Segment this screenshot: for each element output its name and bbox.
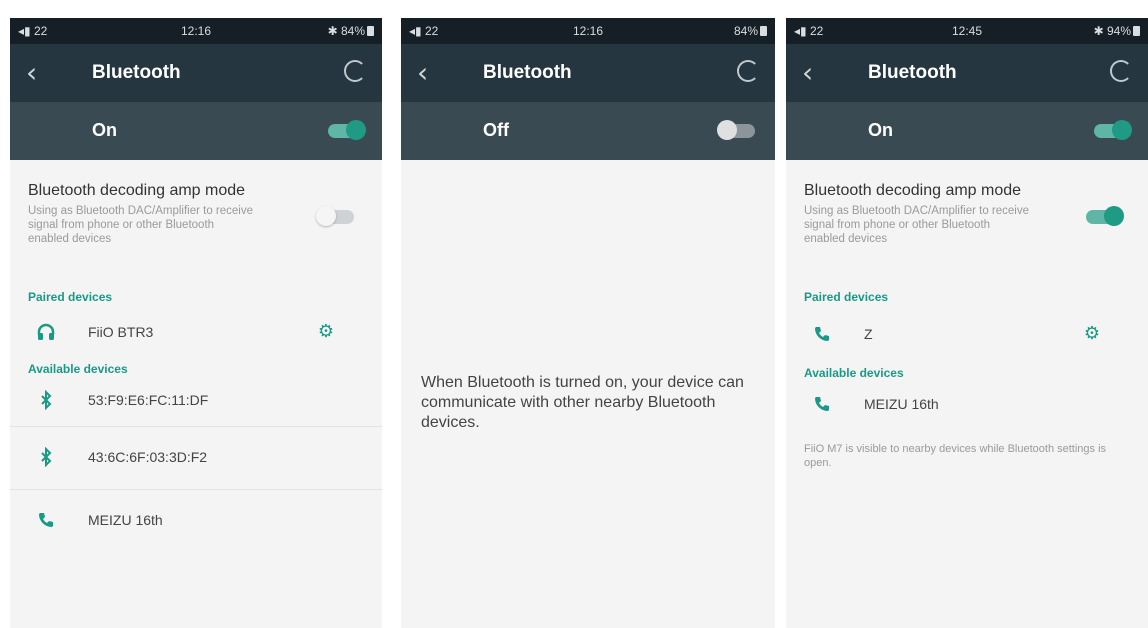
bluetooth-switch-bar[interactable]: Off: [401, 102, 775, 160]
toolbar: ‹ Bluetooth: [401, 44, 775, 102]
status-battery: ✱ 84%: [328, 24, 374, 38]
bluetooth-switch-bar[interactable]: On: [786, 102, 1148, 160]
visibility-note: FiiO M7 is visible to nearby devices whi…: [804, 443, 1107, 469]
battery-text: ✱ 84%: [327, 24, 365, 38]
toggle-knob: [717, 120, 737, 140]
battery-icon: [1133, 26, 1140, 36]
status-battery: 84%: [734, 24, 767, 38]
phone-screen-2: ◂▮ 22 12:16 84% ‹ Bluetooth Off When Blu…: [401, 18, 775, 628]
back-arrow-icon[interactable]: ‹: [26, 56, 37, 89]
headphones-icon: [36, 322, 56, 342]
toggle-knob: [346, 120, 366, 140]
device-name: MEIZU 16th: [864, 396, 939, 412]
page-title: Bluetooth: [868, 62, 957, 83]
refresh-icon[interactable]: [737, 60, 759, 82]
amp-mode-setting[interactable]: Bluetooth decoding amp mode Using as Blu…: [786, 160, 1148, 268]
phone-icon: [36, 510, 56, 530]
battery-text: 84%: [733, 24, 758, 38]
paired-devices-header: Paired devices: [804, 290, 889, 304]
amp-mode-title: Bluetooth decoding amp mode: [804, 182, 1022, 199]
amp-mode-setting[interactable]: Bluetooth decoding amp mode Using as Blu…: [10, 160, 382, 268]
bluetooth-state-label: Off: [483, 120, 509, 140]
gear-icon[interactable]: ⚙: [1084, 323, 1100, 344]
status-time: 12:16: [180, 24, 212, 38]
battery-icon: [367, 26, 374, 36]
toggle-knob: [316, 206, 336, 226]
bluetooth-state-label: On: [92, 120, 117, 140]
status-battery: ✱ 94%: [1094, 24, 1140, 38]
back-arrow-icon[interactable]: ‹: [802, 56, 813, 89]
phone-screen-1: ◂▮ 22 12:16 ✱ 84% ‹ Bluetooth On Bluetoo…: [10, 18, 382, 628]
toolbar: ‹ Bluetooth: [786, 44, 1148, 102]
device-name: 53:F9:E6:FC:11:DF: [88, 392, 209, 408]
device-name: Z: [864, 326, 873, 342]
bluetooth-toggle[interactable]: [1094, 120, 1132, 140]
available-device-row[interactable]: 53:F9:E6:FC:11:DF: [10, 376, 382, 426]
bluetooth-switch-bar[interactable]: On: [10, 102, 382, 160]
phone-icon: [812, 324, 832, 344]
back-arrow-icon[interactable]: ‹: [417, 56, 428, 89]
status-bar: ◂▮ 22 12:16 84%: [401, 18, 775, 44]
bluetooth-toggle[interactable]: [717, 120, 755, 140]
toggle-knob: [1104, 206, 1124, 226]
available-devices-header: Available devices: [804, 366, 904, 380]
available-devices-header: Available devices: [28, 362, 128, 376]
refresh-icon[interactable]: [1110, 60, 1132, 82]
page-title: Bluetooth: [483, 62, 572, 83]
toggle-knob: [1112, 120, 1132, 140]
bluetooth-icon: [36, 447, 56, 467]
amp-mode-toggle[interactable]: [1086, 206, 1124, 226]
paired-device-row[interactable]: FiiO BTR3 ⚙: [10, 304, 382, 362]
toolbar: ‹ Bluetooth: [10, 44, 382, 102]
refresh-icon[interactable]: [344, 60, 366, 82]
available-device-row[interactable]: 43:6C:6F:03:3D:F2: [10, 427, 382, 489]
available-device-row[interactable]: MEIZU 16th: [10, 490, 382, 540]
bluetooth-icon: [36, 390, 56, 410]
page-title: Bluetooth: [92, 62, 181, 83]
available-device-row[interactable]: MEIZU 16th: [786, 380, 1148, 430]
phone-icon: [812, 394, 832, 414]
device-name: FiiO BTR3: [88, 324, 154, 340]
bluetooth-state-label: On: [868, 120, 893, 140]
gear-icon[interactable]: ⚙: [318, 321, 334, 342]
status-bar: ◂▮ 22 12:45 ✱ 94%: [786, 18, 1148, 44]
paired-devices-header: Paired devices: [28, 290, 113, 304]
amp-mode-description: Using as Bluetooth DAC/Amplifier to rece…: [28, 205, 253, 245]
device-name: 43:6C:6F:03:3D:F2: [88, 449, 208, 465]
paired-device-row[interactable]: Z ⚙: [786, 304, 1148, 366]
bluetooth-off-message: When Bluetooth is turned on, your device…: [421, 374, 744, 431]
amp-mode-title: Bluetooth decoding amp mode: [28, 182, 246, 199]
battery-text: ✱ 94%: [1093, 24, 1131, 38]
battery-icon: [760, 26, 767, 36]
device-name: MEIZU 16th: [88, 512, 163, 528]
phone-screen-3: ◂▮ 22 12:45 ✱ 94% ‹ Bluetooth On Bluetoo…: [786, 18, 1148, 628]
amp-mode-description: Using as Bluetooth DAC/Amplifier to rece…: [804, 205, 1029, 245]
bluetooth-toggle[interactable]: [328, 120, 366, 140]
status-time: 12:16: [572, 24, 604, 38]
status-bar: ◂▮ 22 12:16 ✱ 84%: [10, 18, 382, 44]
amp-mode-toggle[interactable]: [316, 206, 354, 226]
